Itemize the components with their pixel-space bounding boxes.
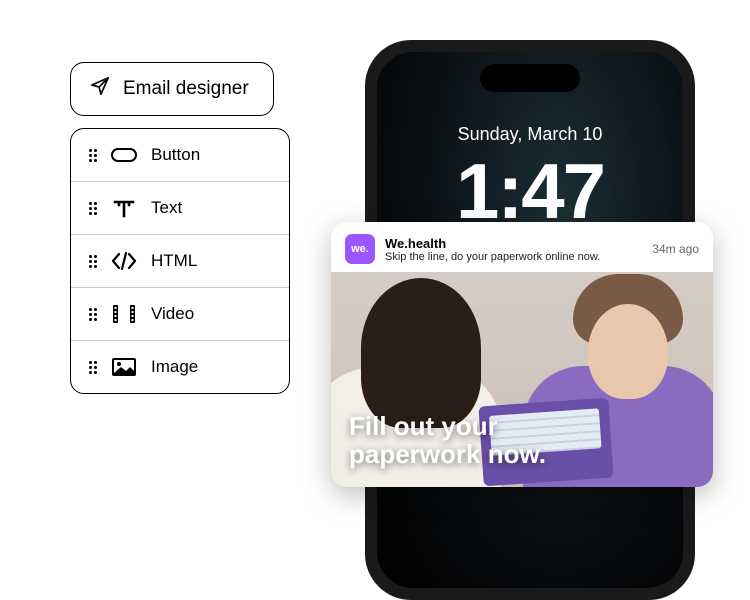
push-notification[interactable]: we. We.health Skip the line, do your pap… <box>331 222 713 487</box>
notification-image: Fill out your paperwork now. <box>331 272 713 487</box>
component-image[interactable]: Image <box>71 341 289 393</box>
code-icon <box>111 251 137 271</box>
drag-handle-icon <box>89 149 97 162</box>
email-designer-button[interactable]: Email designer <box>70 62 274 116</box>
notification-body: Skip the line, do your paperwork online … <box>385 251 642 263</box>
send-icon <box>89 75 111 103</box>
component-label: HTML <box>151 251 197 271</box>
app-icon: we. <box>345 234 375 264</box>
component-label: Image <box>151 357 198 377</box>
component-video[interactable]: Video <box>71 288 289 341</box>
button-icon <box>111 145 137 165</box>
component-button[interactable]: Button <box>71 129 289 182</box>
drag-handle-icon <box>89 255 97 268</box>
component-label: Video <box>151 304 194 324</box>
notification-timestamp: 34m ago <box>652 242 699 256</box>
notification-text: We.health Skip the line, do your paperwo… <box>385 236 642 263</box>
email-designer-label: Email designer <box>123 78 249 100</box>
component-panel: Button Text HTML Video <box>70 128 290 394</box>
component-html[interactable]: HTML <box>71 235 289 288</box>
component-text[interactable]: Text <box>71 182 289 235</box>
notification-overlay-text: Fill out your paperwork now. <box>349 412 546 469</box>
notification-app-name: We.health <box>385 236 642 251</box>
drag-handle-icon <box>89 308 97 321</box>
video-icon <box>111 304 137 324</box>
component-label: Button <box>151 145 200 165</box>
component-label: Text <box>151 198 182 218</box>
drag-handle-icon <box>89 361 97 374</box>
image-icon <box>111 357 137 377</box>
text-icon <box>111 198 137 218</box>
lockscreen-date: Sunday, March 10 <box>377 124 683 145</box>
notification-header: we. We.health Skip the line, do your pap… <box>331 222 713 272</box>
drag-handle-icon <box>89 202 97 215</box>
